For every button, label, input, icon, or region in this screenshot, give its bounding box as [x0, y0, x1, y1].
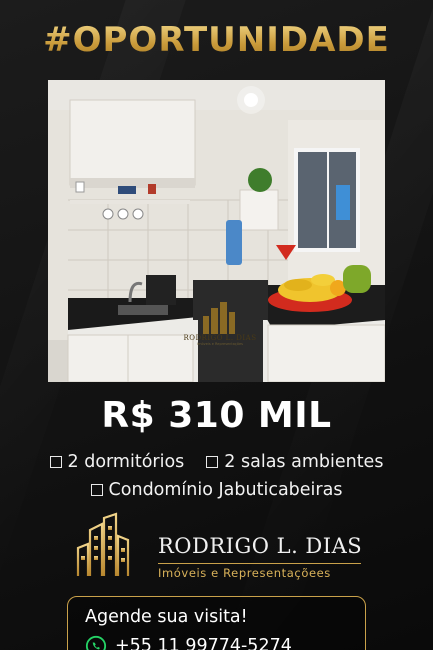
feature-item: 2 salas ambientes: [206, 452, 383, 472]
price: R$ 310 MIL: [101, 395, 332, 436]
phone-number[interactable]: +55 11 99774-5274: [115, 636, 292, 650]
brand-block: RODRIGO L. DIAS Imóveis e Representaçõee…: [70, 512, 370, 580]
checkbox-icon: [206, 456, 219, 468]
contact-box[interactable]: Agende sua visita! +55 11 99774-5274: [67, 596, 366, 650]
photo-watermark-name: RODRIGO L. DIAS: [183, 334, 257, 342]
checkbox-icon: [90, 484, 103, 496]
checkbox-icon: [49, 456, 62, 468]
phone-link[interactable]: +55 11 99774-5274: [85, 635, 292, 650]
feature-item: 2 dormitórios: [49, 452, 185, 472]
headline: #OPORTUNIDADE: [0, 20, 433, 60]
building-logo-icon: [72, 512, 136, 578]
feature-item: Condomínio Jabuticabeiras: [90, 480, 343, 500]
feature-label: Condomínio Jabuticabeiras: [108, 480, 343, 500]
photo-watermark: RODRIGO L. DIAS Imóveis e Representações: [170, 302, 270, 346]
features-list: 2 dormitórios 2 salas ambientes Condomín…: [0, 452, 433, 508]
brand-name: RODRIGO L. DIAS: [158, 534, 363, 558]
feature-label: 2 salas ambientes: [224, 452, 384, 472]
kitchen-photo: RODRIGO L. DIAS Imóveis e Representações: [48, 80, 385, 382]
brand-divider: [158, 563, 361, 564]
feature-label: 2 dormitórios: [67, 452, 185, 472]
photo-watermark-tagline: Imóveis e Representações: [197, 342, 243, 346]
cta-title: Agende sua visita!: [85, 607, 248, 627]
whatsapp-icon: [85, 635, 107, 650]
brand-tagline: Imóveis e Representaçõees: [158, 566, 331, 580]
